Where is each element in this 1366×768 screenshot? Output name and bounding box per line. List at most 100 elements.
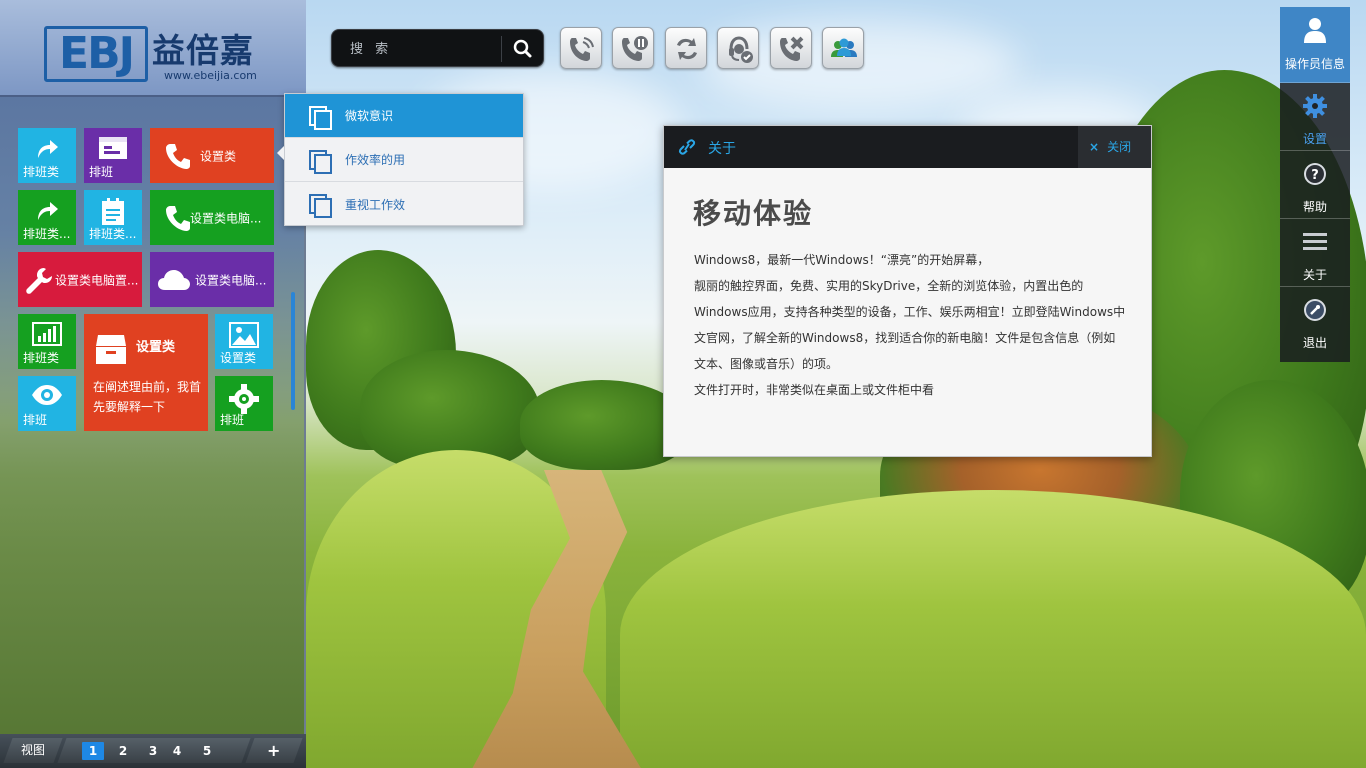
sidebar-item-about[interactable]: 关于 [1280, 219, 1350, 287]
svg-text:?: ? [1311, 168, 1319, 183]
tile-label: 设置类电脑... [195, 273, 267, 287]
agent-status-button[interactable] [717, 27, 759, 69]
dialog-header: 关于 × 关闭 [664, 126, 1151, 168]
search-button[interactable] [506, 33, 540, 65]
tile-settings-2[interactable]: 设置类电脑... [150, 190, 274, 245]
right-sidebar: 操作员信息 设置 ? 帮助 关于 退出 [1280, 7, 1350, 362]
eye-icon [32, 385, 62, 405]
user-icon [1304, 18, 1326, 43]
view-button[interactable]: 视图 [3, 738, 63, 763]
clipboard-icon [102, 198, 124, 225]
tile-description: 在阐述理由前，我首先要解释一下 [93, 380, 202, 414]
dialog-heading: 移动体验 [693, 197, 814, 230]
tile-label: 排班 [23, 413, 48, 427]
search-divider [501, 36, 502, 62]
help-icon: ? [1304, 163, 1326, 185]
gear-icon [229, 384, 259, 414]
tiles-scrollbar[interactable] [291, 292, 295, 410]
tile-label: 排班 [89, 165, 114, 179]
tile-paiban-2[interactable]: 排班 [84, 128, 142, 183]
logo[interactable]: EBJ 益倍嘉 www.ebeijia.com [0, 0, 306, 97]
gear-icon [1303, 94, 1327, 118]
sidebar-item-exit[interactable]: 退出 [1280, 287, 1350, 355]
tile-label: 设置类电脑... [190, 211, 262, 225]
page-5-button[interactable]: 5 [196, 742, 218, 760]
tile-paiban-1[interactable]: 排班类 [18, 128, 76, 183]
logo-name: 益倍嘉 [152, 31, 254, 70]
dialog-paragraph: Windows应用，支持各种类型的设备，工作、娱乐两相宜！立即登陆Windows… [694, 305, 1126, 319]
tile-label: 排班类... [89, 227, 137, 241]
transfer-button[interactable] [665, 27, 707, 69]
tile-settings-4[interactable]: 设置类电脑... [150, 252, 274, 307]
exit-icon [1304, 299, 1326, 321]
share-arrow-icon [38, 140, 58, 158]
share-arrow-icon [38, 202, 58, 220]
phone-hold-icon [622, 36, 648, 61]
tile-label: 设置类 [220, 351, 257, 365]
menu-item-label: 重视工作效 [345, 197, 406, 212]
card-icon [99, 137, 127, 159]
sidebar-item-help[interactable]: ? 帮助 [1280, 151, 1350, 219]
headset-check-icon [729, 36, 753, 63]
cloud-icon [158, 269, 190, 290]
bottom-bar: 视图 1 2 3 4 5 + [0, 734, 306, 768]
conference-button[interactable] [822, 27, 864, 69]
link-icon [678, 139, 696, 155]
page-1-button[interactable]: 1 [82, 742, 104, 760]
tile-settings-1[interactable]: 设置类 [150, 128, 274, 183]
dialog-title: 关于 [708, 141, 736, 157]
about-dialog: 关于 × 关闭 移动体验 Windows8，最新一代Windows！“漂亮”的开始… [663, 125, 1152, 457]
menu-item-xiaolv[interactable]: 作效率的用 [285, 138, 523, 182]
phone-transfer-icon [677, 38, 697, 60]
page-4-button[interactable]: 4 [166, 742, 188, 760]
dialog-paragraph: 靓丽的触控界面，免费、实用的SkyDrive，全新的浏览体验，内置出色的 [694, 279, 1084, 293]
tile-paiban-7[interactable]: 排班 [215, 376, 273, 431]
dialog-paragraph: Windows8，最新一代Windows！“漂亮”的开始屏幕， [694, 253, 990, 267]
menu-item-label: 微软意识 [345, 109, 394, 123]
hold-button[interactable] [612, 27, 654, 69]
tile-settings-large[interactable]: 设置类 在阐述理由前，我首先要解释一下 [84, 314, 208, 431]
tile-label: 设置类 [200, 149, 237, 163]
search-input[interactable] [340, 35, 496, 63]
copy-icon [309, 194, 332, 218]
copy-icon [309, 149, 332, 174]
image-icon [229, 322, 259, 348]
dialog-paragraph: 文官网，了解全新的Windows8，找到适合你的新电脑！文件是包含信息（例如 [694, 331, 1116, 345]
sidebar-item-operator-info[interactable]: 操作员信息 [1280, 7, 1350, 83]
add-page-button[interactable]: + [245, 738, 303, 763]
phone-icon [166, 143, 190, 169]
phone-icon [166, 205, 190, 231]
add-call-button[interactable] [770, 27, 812, 69]
group-icon [831, 38, 857, 57]
phone-ring-icon [570, 37, 594, 61]
page-2-button[interactable]: 2 [112, 742, 134, 760]
tile-paiban-5[interactable]: 排班类 [18, 314, 76, 369]
close-button[interactable]: × 关闭 [1078, 126, 1151, 168]
tile-label: 设置类电脑置... [55, 273, 139, 287]
tile-settings-3[interactable]: 设置类电脑置... [18, 252, 142, 307]
dialog-paragraph: 文件打开时，非常类似在桌面上或文件柜中看 [694, 383, 935, 397]
tile-paiban-3[interactable]: 排班类... [18, 190, 76, 245]
menu-icon [1303, 233, 1327, 250]
menu-item-zhongshi[interactable]: 重视工作效 [285, 182, 523, 226]
pager: 1 2 3 4 5 [82, 742, 218, 760]
tile-paiban-6[interactable]: 排班 [18, 376, 76, 431]
bar-chart-icon [32, 322, 62, 346]
page-3-button[interactable]: 3 [142, 742, 164, 760]
tile-settings-image[interactable]: 设置类 [215, 314, 273, 369]
archive-icon [96, 335, 126, 364]
tile-paiban-4[interactable]: 排班类... [84, 190, 142, 245]
tile-dropdown-menu: 微软意识 作效率的用 重视工作效 [277, 93, 524, 226]
menu-item-label: 作效率的用 [345, 153, 406, 167]
call-button[interactable] [560, 27, 602, 69]
sidebar-item-settings[interactable]: 设置 [1280, 83, 1350, 151]
menu-item-weiruan[interactable]: 微软意识 [285, 94, 523, 138]
logo-mark: EBJ [44, 26, 148, 82]
wrench-icon [26, 267, 52, 294]
phone-add-icon [780, 36, 804, 61]
close-icon: × [1089, 140, 1100, 154]
search-icon [513, 39, 532, 58]
tile-label: 设置类 [136, 340, 176, 355]
tile-label: 排班类 [23, 165, 60, 179]
dialog-body: Windows8，最新一代Windows！“漂亮”的开始屏幕， 靓丽的触控界面，… [694, 247, 1134, 403]
